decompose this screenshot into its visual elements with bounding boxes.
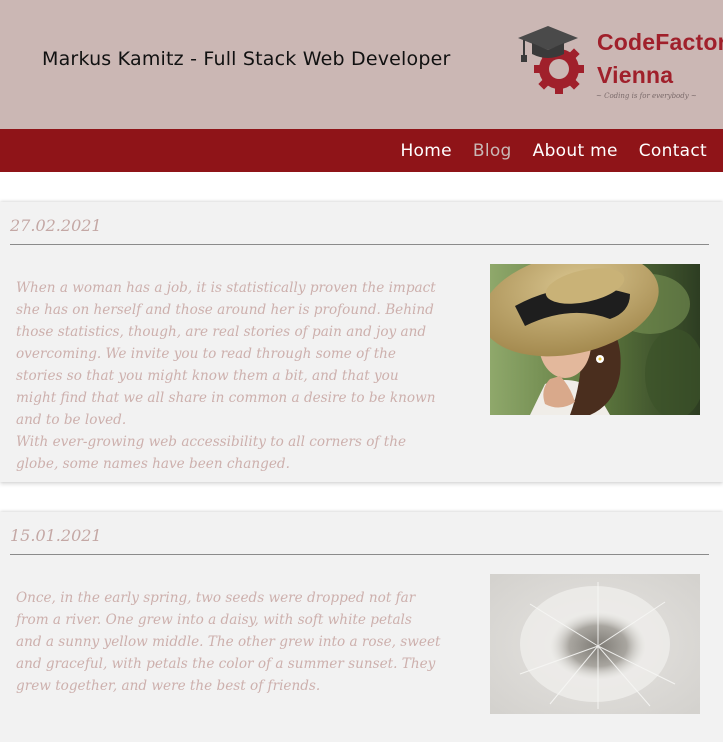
graduation-cap-gear-icon xyxy=(518,26,584,94)
codefactory-logo[interactable]: CodeFactory Vienna ~ Coding is for every… xyxy=(516,22,723,106)
post-body: Once, in the early spring, two seeds wer… xyxy=(16,587,441,697)
blog-post: 15.01.2021 Once, in the early spring, tw… xyxy=(0,512,723,742)
woman-in-sun-hat-photo xyxy=(490,264,700,415)
dandelion-seed-head-photo xyxy=(490,574,700,714)
main-nav: Home Blog About me Contact xyxy=(379,129,707,172)
post-date: 27.02.2021 xyxy=(10,216,102,235)
nav-about-me[interactable]: About me xyxy=(533,141,618,161)
nav-contact[interactable]: Contact xyxy=(639,141,707,161)
post-date: 15.01.2021 xyxy=(10,526,102,545)
post-body: When a woman has a job, it is statistica… xyxy=(16,277,441,475)
nav-home[interactable]: Home xyxy=(400,141,451,161)
post-divider xyxy=(10,244,709,245)
logo-tagline: ~ Coding is for everybody ~ xyxy=(596,92,697,100)
nav-bar: Home Blog About me Contact xyxy=(0,129,723,172)
blog-post: 27.02.2021 When a woman has a job, it is… xyxy=(0,202,723,482)
post-paragraph: When a woman has a job, it is statistica… xyxy=(16,280,436,428)
post-paragraph: Once, in the early spring, two seeds wer… xyxy=(16,590,441,694)
post-divider xyxy=(10,554,709,555)
nav-blog[interactable]: Blog xyxy=(473,141,512,161)
logo-text-vienna: Vienna xyxy=(597,62,674,88)
logo-text-codefactory: CodeFactory xyxy=(597,29,723,55)
site-header: Markus Kamitz - Full Stack Web Developer xyxy=(0,0,723,129)
post-paragraph: With ever-growing web accessibility to a… xyxy=(16,434,406,472)
site-title: Markus Kamitz - Full Stack Web Developer xyxy=(42,48,451,70)
